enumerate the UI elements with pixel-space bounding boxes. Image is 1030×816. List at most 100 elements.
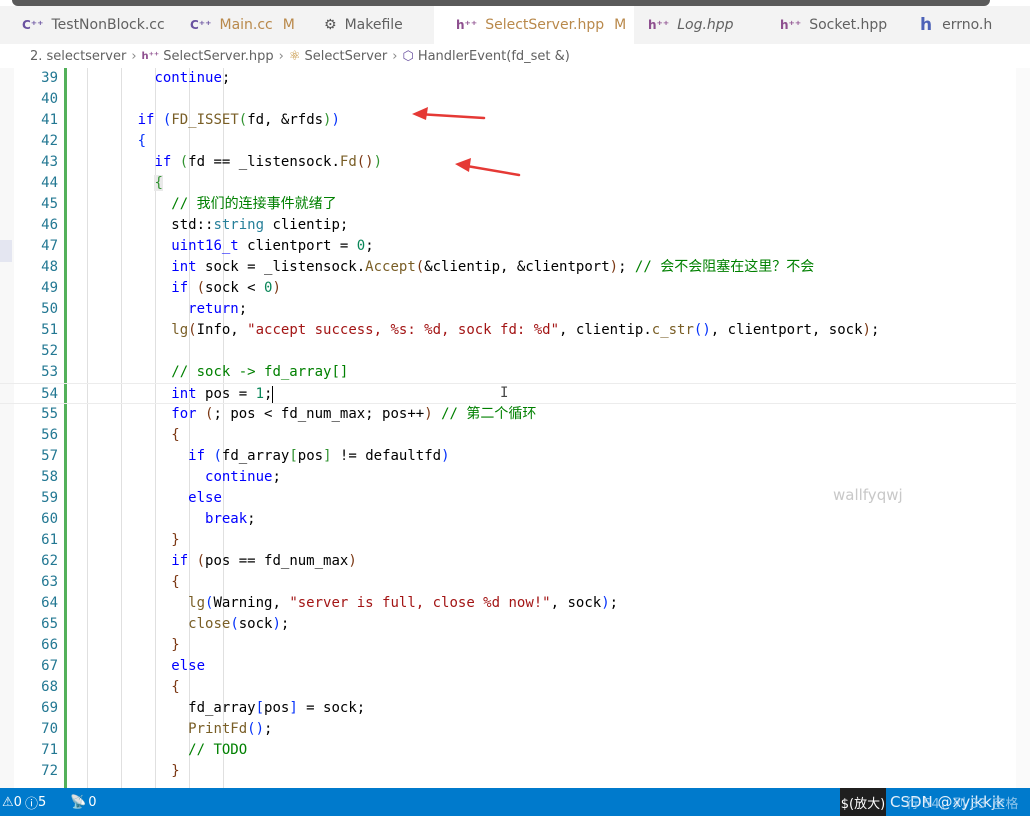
- breadcrumb-file[interactable]: SelectServer.hpp: [163, 49, 273, 64]
- warnings-count: 0: [13, 794, 22, 810]
- line-number: 68: [41, 679, 58, 695]
- line-number: 61: [41, 532, 58, 548]
- line-number: 39: [41, 70, 58, 86]
- line-number: 53: [41, 364, 58, 380]
- tab-label: SelectServer.hpp: [485, 17, 605, 33]
- indent-setting[interactable]: 空格: [992, 793, 1018, 812]
- modified-indicator: M: [282, 17, 295, 33]
- line-number: 65: [41, 616, 58, 632]
- hpp-file-icon: h⁺⁺: [648, 18, 670, 32]
- tab-label: Main.cc: [219, 17, 273, 33]
- tab-makefile[interactable]: ⚙ Makefile: [302, 6, 432, 44]
- tab-selectserver-hpp[interactable]: h⁺⁺ SelectServer.hpp M: [434, 6, 634, 44]
- code-text: PrintFd();: [188, 721, 273, 737]
- code-line[interactable]: 41 if (FD_ISSET(fd, &rfds)): [0, 110, 1030, 131]
- code-line[interactable]: 49 if (sock < 0): [0, 278, 1030, 299]
- tab-label: Makefile: [344, 17, 403, 33]
- line-number: 46: [41, 217, 58, 233]
- breadcrumb-folder[interactable]: 2. selectserver: [30, 49, 126, 64]
- breadcrumb-class[interactable]: SelectServer: [305, 49, 388, 64]
- code-line[interactable]: 57 if (fd_array[pos] != defaultfd): [0, 446, 1030, 467]
- line-number: 67: [41, 658, 58, 674]
- code-line[interactable]: 70 PrintFd();: [0, 719, 1030, 740]
- code-text: }: [171, 532, 180, 548]
- code-line[interactable]: 65 close(sock);: [0, 614, 1030, 635]
- hpp-file-icon: h⁺⁺: [780, 18, 802, 32]
- code-line[interactable]: 69 fd_array[pos] = sock;: [0, 698, 1030, 719]
- code-line[interactable]: 58 continue;: [0, 467, 1030, 488]
- code-line[interactable]: 67 else: [0, 656, 1030, 677]
- method-cube-icon: ⬡: [402, 48, 414, 64]
- cpp-file-icon: C⁺⁺: [22, 18, 44, 32]
- code-line[interactable]: 47 uint16_t clientport = 0;: [0, 236, 1030, 257]
- breadcrumb: 2. selectserver › h⁺⁺ SelectServer.hpp ›…: [0, 44, 1030, 68]
- code-text: }: [171, 763, 180, 779]
- code-line[interactable]: 48 int sock = _listensock.Accept(&client…: [0, 257, 1030, 278]
- line-number: 62: [41, 553, 58, 569]
- tab-errno-h[interactable]: h errno.h: [898, 6, 1030, 44]
- header-file-icon: h: [920, 15, 933, 35]
- code-line[interactable]: 64 lg(Warning, "server is full, close %d…: [0, 593, 1030, 614]
- line-number: 70: [41, 721, 58, 737]
- code-text: std::string clientip;: [87, 217, 349, 233]
- text-caret: [272, 385, 274, 403]
- modified-indicator: M: [614, 17, 627, 33]
- line-number: 41: [41, 112, 58, 128]
- line-number: 69: [41, 700, 58, 716]
- tab-log-hpp[interactable]: h⁺⁺ Log.hpp: [626, 6, 756, 44]
- tab-label: errno.h: [942, 17, 993, 33]
- code-text: }: [171, 637, 180, 653]
- code-line[interactable]: 45 // 我们的连接事件就绪了: [0, 194, 1030, 215]
- code-line[interactable]: 50 return;: [0, 299, 1030, 320]
- code-editor[interactable]: 39 continue; 40 41 if (FD_ISSET(fd, &rfd…: [0, 68, 1030, 788]
- breadcrumb-method[interactable]: HandlerEvent(fd_set &): [418, 49, 570, 64]
- problems-indicator[interactable]: ⚠ 0 ⓘ 5: [2, 788, 46, 816]
- tab-label: TestNonBlock.cc: [51, 17, 165, 33]
- code-line[interactable]: 42 {: [0, 131, 1030, 152]
- code-line[interactable]: 66 }: [0, 635, 1030, 656]
- code-text: int pos = 1;: [171, 385, 274, 403]
- code-line[interactable]: 51 lg(Info, "accept success, %s: %d, soc…: [0, 320, 1030, 341]
- line-number: 42: [41, 133, 58, 149]
- code-line[interactable]: 46 std::string clientip;: [0, 215, 1030, 236]
- line-number: 58: [41, 469, 58, 485]
- code-line[interactable]: 40: [0, 89, 1030, 110]
- code-line[interactable]: 39 continue;: [0, 68, 1030, 89]
- code-line[interactable]: 53 // sock -> fd_array[]: [0, 362, 1030, 383]
- code-line[interactable]: 55 for (; pos < fd_num_max; pos++) // 第二…: [0, 404, 1030, 425]
- code-line[interactable]: 68 {: [0, 677, 1030, 698]
- code-line[interactable]: 52: [0, 341, 1030, 362]
- chevron-right-icon: ›: [392, 48, 398, 64]
- line-number: 52: [41, 343, 58, 359]
- cursor-position[interactable]: 行 54，列 33 空格: [906, 788, 1018, 816]
- tab-testnonblock[interactable]: C⁺⁺ TestNonBlock.cc: [0, 6, 180, 44]
- error-circle-icon: ⓘ: [24, 796, 38, 812]
- code-text: if (fd_array[pos] != defaultfd): [188, 448, 450, 464]
- code-line[interactable]: 72 }: [0, 761, 1030, 782]
- ime-indicator[interactable]: $(放大): [840, 788, 886, 816]
- red-arrow-icon: [455, 158, 521, 177]
- warning-icon: ⚠: [2, 794, 14, 810]
- tab-socket-hpp[interactable]: h⁺⁺ Socket.hpp: [758, 6, 900, 44]
- code-line[interactable]: 71 // TODO: [0, 740, 1030, 761]
- line-number: 59: [41, 490, 58, 506]
- code-text: fd_array[pos] = sock;: [87, 700, 366, 716]
- code-line[interactable]: 61 }: [0, 530, 1030, 551]
- code-text: continue;: [154, 70, 231, 86]
- tab-main-cc[interactable]: C⁺⁺ Main.cc M: [168, 6, 308, 44]
- line-number: 50: [41, 301, 58, 317]
- code-line[interactable]: 56 {: [0, 425, 1030, 446]
- ports-indicator[interactable]: 📡 0: [70, 788, 96, 816]
- status-bar: ⚠ 0 ⓘ 5 📡 0 $(放大) CSDN @xyjkkjk 行 54，列 3…: [0, 788, 1030, 816]
- line-number: 54: [41, 386, 58, 402]
- code-line-current[interactable]: 54 int pos = 1;: [0, 383, 1030, 404]
- watermark: wallfyqwj: [833, 486, 903, 504]
- tab-label: Socket.hpp: [809, 17, 888, 33]
- code-line[interactable]: 60 break;: [0, 509, 1030, 530]
- line-number: 43: [41, 154, 58, 170]
- code-text: if (FD_ISSET(fd, &rfds)): [137, 112, 340, 128]
- vertical-scrollbar[interactable]: [1016, 68, 1030, 788]
- code-line[interactable]: 62 if (pos == fd_num_max): [0, 551, 1030, 572]
- errors-count: 5: [37, 794, 47, 810]
- code-line[interactable]: 63 {: [0, 572, 1030, 593]
